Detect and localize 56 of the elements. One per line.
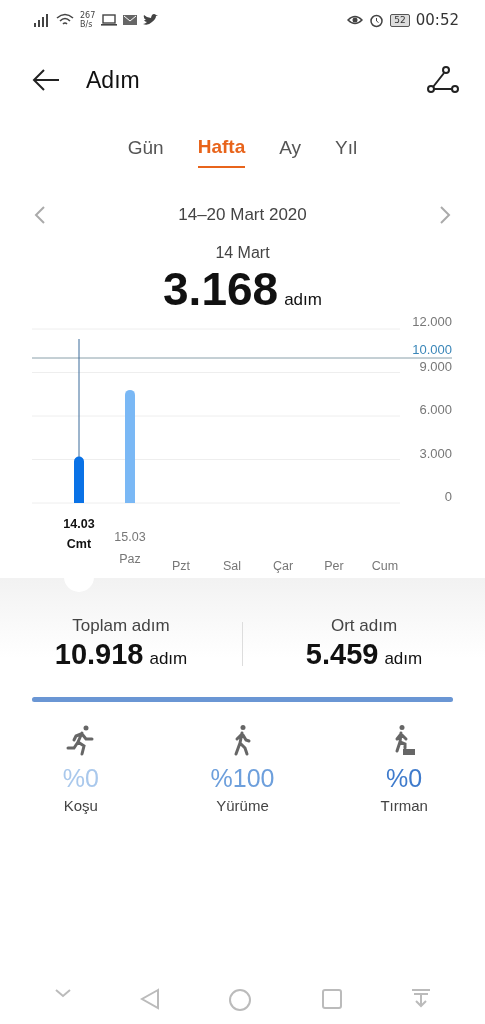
- notification-pull-icon[interactable]: [410, 988, 431, 1008]
- goal-label: 10.000: [412, 342, 452, 357]
- bird-icon: [143, 14, 159, 26]
- stat-unit: adım: [384, 649, 423, 669]
- day-label[interactable]: Sal: [222, 559, 242, 573]
- activity-label: Koşu: [63, 797, 98, 814]
- route-icon[interactable]: [427, 66, 459, 94]
- stat-unit: adım: [149, 649, 188, 669]
- mail-icon: [123, 14, 138, 26]
- activity-percent: %100: [210, 764, 275, 793]
- period-tab[interactable]: Ay: [279, 136, 302, 168]
- axis-label: 0: [444, 489, 452, 504]
- day-label[interactable]: Cmt: [66, 537, 92, 551]
- period-tab[interactable]: Hafta: [197, 136, 246, 168]
- period-tab[interactable]: Gün: [127, 136, 164, 168]
- recents-icon[interactable]: [320, 988, 343, 1010]
- period-tab[interactable]: Yıl: [335, 136, 358, 168]
- day-label[interactable]: Paz: [119, 552, 141, 566]
- clock: 00:52: [415, 11, 459, 29]
- axis-label: 9.000: [419, 358, 452, 374]
- speed-unit: B/s: [80, 20, 94, 29]
- laptop-icon: [101, 14, 118, 26]
- day-label[interactable]: Çar: [272, 559, 294, 573]
- bar: [74, 456, 84, 503]
- selected-day: 14 Mart: [0, 244, 485, 262]
- chevron-down-icon[interactable]: [54, 988, 73, 998]
- stat-label: Toplam adım: [72, 616, 170, 636]
- day-label[interactable]: Cum: [371, 559, 399, 573]
- network-speed: 267: [80, 11, 96, 20]
- home-icon[interactable]: [228, 988, 253, 1012]
- axis-label: 12.000: [412, 316, 452, 329]
- activity-label: Tırman: [380, 797, 428, 814]
- day-label[interactable]: Pzt: [171, 559, 191, 573]
- signal-icon: [34, 13, 50, 27]
- stat-value: 5.459: [305, 638, 379, 671]
- step-unit: adım: [284, 290, 322, 310]
- alarm-icon: [369, 12, 385, 28]
- day-label[interactable]: Per: [324, 559, 344, 573]
- date-label: 14.03: [63, 517, 95, 531]
- stat-value: 10.918: [54, 638, 144, 671]
- runner-icon: [65, 724, 96, 756]
- date-range: 14–20 Mart 2020: [178, 205, 307, 225]
- eye-icon: [347, 14, 364, 26]
- stat-label: Ort adım: [330, 616, 398, 636]
- axis-label: 3.000: [419, 445, 452, 461]
- step-count: 3.168: [163, 262, 279, 316]
- activity-percent: %0: [386, 764, 423, 793]
- battery-level: 52: [390, 13, 410, 27]
- wifi-icon: [56, 13, 74, 27]
- page-title: Adım: [86, 66, 141, 94]
- activity-percent: %0: [62, 764, 99, 793]
- axis-label: 6.000: [419, 402, 452, 417]
- date-label: 15.03: [114, 530, 146, 544]
- back-icon[interactable]: [140, 988, 161, 1010]
- back-arrow-icon[interactable]: [32, 68, 60, 92]
- activity-label: Yürüme: [216, 797, 269, 814]
